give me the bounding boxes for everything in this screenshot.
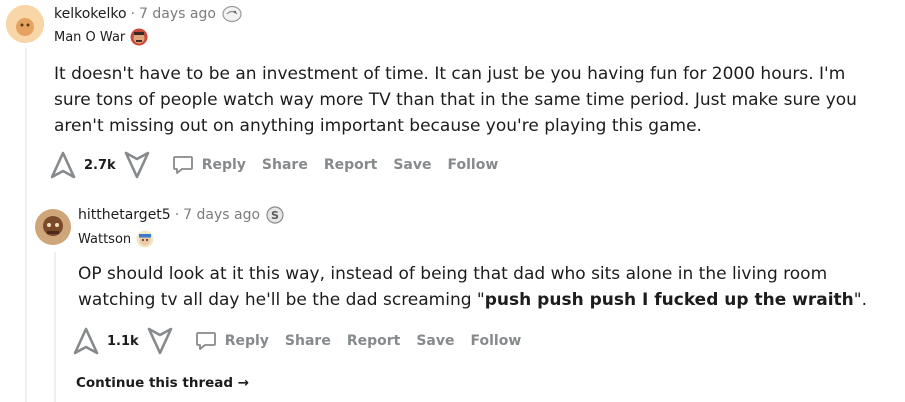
comment-body: OP should look at it this way, instead o… — [78, 261, 888, 313]
award-icon[interactable] — [222, 5, 242, 23]
report-button[interactable]: Report — [347, 333, 401, 349]
reply-icon — [172, 156, 193, 174]
reply-label: Reply — [201, 157, 246, 173]
upvote-button[interactable] — [71, 326, 101, 356]
share-button[interactable]: Share — [285, 333, 331, 349]
svg-text:S: S — [271, 209, 279, 222]
downvote-button[interactable] — [122, 150, 152, 180]
comment-body-end: ". — [853, 290, 868, 310]
user-flair: Man O War — [54, 28, 148, 46]
avatar[interactable] — [35, 209, 71, 245]
save-button[interactable]: Save — [416, 333, 454, 349]
reply-button[interactable]: Reply — [195, 330, 269, 352]
share-label: Share — [261, 157, 308, 173]
user-flair: Wattson — [78, 230, 154, 248]
vote-score: 2.7k — [84, 157, 116, 173]
comment-actions: 2.7k Reply Share Report Save Follow — [48, 150, 498, 180]
follow-label: Follow — [447, 157, 499, 173]
comment-meta: kelkokelko · 7 days ago — [54, 5, 242, 23]
award-icon[interactable]: S — [266, 206, 284, 224]
thread-line[interactable] — [25, 48, 27, 402]
flair-emoji-icon — [136, 230, 154, 248]
reply-label: Reply — [224, 333, 269, 349]
report-button[interactable]: Report — [324, 157, 378, 173]
upvote-button[interactable] — [48, 150, 78, 180]
avatar[interactable] — [6, 5, 44, 43]
username[interactable]: kelkokelko — [54, 6, 127, 22]
downvote-icon — [124, 151, 149, 179]
upvote-icon — [50, 151, 76, 179]
comment-meta: hitthetarget5 · 7 days ago S — [78, 206, 284, 224]
downvote-icon — [147, 327, 172, 355]
follow-button[interactable]: Follow — [448, 157, 499, 173]
reply-button[interactable]: Reply — [172, 154, 246, 176]
continue-thread-link[interactable]: Continue this thread → — [76, 375, 249, 391]
timestamp[interactable]: 7 days ago — [139, 6, 216, 22]
reply-icon — [195, 332, 216, 350]
report-label: Report — [323, 157, 378, 173]
comment-body-bold: push push push I fucked up the wraith — [484, 290, 854, 310]
comment-actions: 1.1k Reply Share Report Save Follow — [71, 326, 521, 356]
save-label: Save — [416, 333, 455, 349]
share-label: Share — [284, 333, 331, 349]
follow-button[interactable]: Follow — [471, 333, 522, 349]
flair-text: Wattson — [78, 231, 132, 247]
comment-body: It doesn't have to be an investment of t… — [54, 64, 857, 136]
share-button[interactable]: Share — [262, 157, 308, 173]
thread-line-nested[interactable] — [54, 252, 56, 402]
upvote-icon — [73, 327, 99, 355]
flair-emoji-icon — [130, 28, 148, 46]
flair-text: Man O War — [54, 29, 126, 45]
separator: · — [174, 207, 180, 223]
vote-score: 1.1k — [107, 333, 139, 349]
separator: · — [130, 6, 136, 22]
downvote-button[interactable] — [145, 326, 175, 356]
save-button[interactable]: Save — [393, 157, 431, 173]
report-label: Report — [346, 333, 401, 349]
follow-label: Follow — [470, 333, 522, 349]
save-label: Save — [393, 157, 432, 173]
username[interactable]: hitthetarget5 — [78, 207, 171, 223]
timestamp[interactable]: 7 days ago — [183, 207, 260, 223]
